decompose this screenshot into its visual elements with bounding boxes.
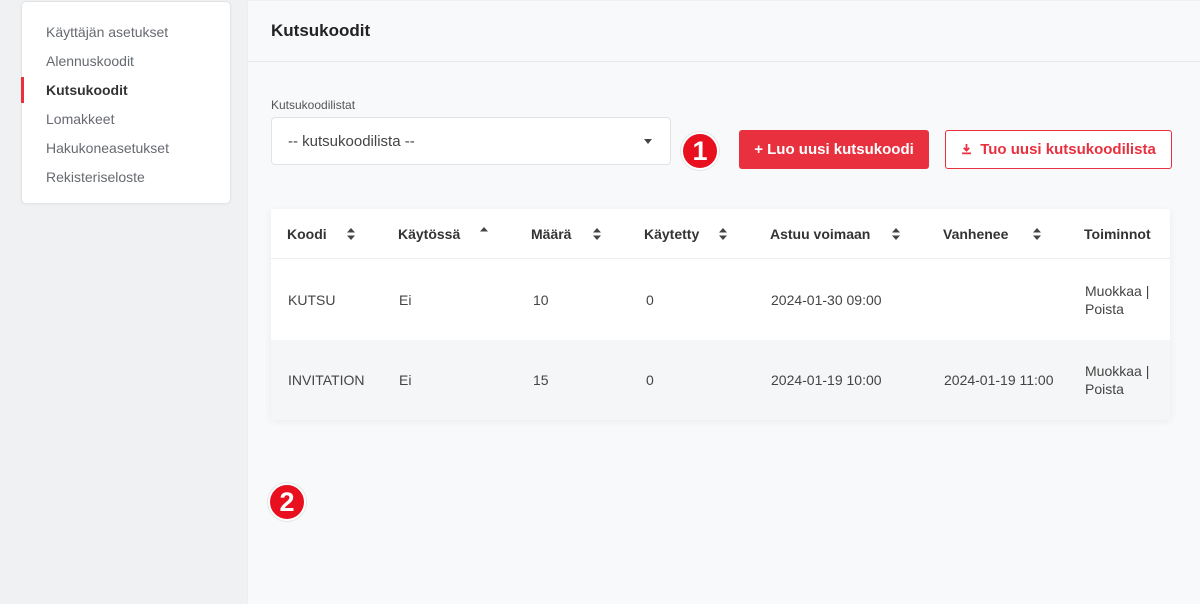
- sidebar-item-invitation-codes[interactable]: Kutsukoodit: [21, 76, 230, 105]
- step-marker-2: 2: [268, 483, 306, 521]
- page-title: Kutsukoodit: [271, 21, 371, 40]
- sidebar-item-discount-codes[interactable]: Alennuskoodit: [22, 47, 230, 76]
- table-row: KUTSU Ei 10 0 2024-01-30 09:00 Muokkaa |…: [271, 260, 1170, 340]
- column-header-start-date[interactable]: Astuu voimaan: [770, 209, 920, 259]
- cell-used: 0: [646, 372, 654, 388]
- main-panel: Kutsukoodit Kutsukoodilistat -- kutsukoo…: [247, 1, 1200, 604]
- cell-start-date: 2024-01-19 10:00: [771, 372, 882, 388]
- cell-active: Ei: [399, 292, 412, 308]
- invitation-codes-table: Koodi Käytössä Määrä Käytetty Astuu voim…: [268, 209, 1170, 521]
- sort-asc-icon: [480, 227, 488, 232]
- column-header-used[interactable]: Käytetty: [644, 209, 744, 259]
- sidebar-item-privacy-policy[interactable]: Rekisteriseloste: [22, 163, 230, 192]
- cell-code: KUTSU: [288, 292, 336, 308]
- delete-link[interactable]: Poista: [1085, 300, 1124, 318]
- sort-both-icon: [1033, 228, 1041, 240]
- column-header-label: Määrä: [531, 226, 572, 242]
- column-header-label: Käytössä: [398, 226, 461, 242]
- cell-start-date: 2024-01-30 09:00: [771, 292, 882, 308]
- column-header-label: Koodi: [287, 226, 327, 242]
- import-button-label: Tuo uusi kutsukoodilista: [980, 141, 1156, 158]
- create-invitation-code-button[interactable]: + Luo uusi kutsukoodi: [739, 130, 929, 169]
- column-header-label: Käytetty: [644, 226, 700, 242]
- table-header: Koodi Käytössä Määrä Käytetty Astuu voim…: [271, 209, 1170, 259]
- sort-both-icon: [719, 228, 727, 240]
- column-header-active[interactable]: Käytössä: [398, 209, 508, 259]
- edit-link[interactable]: Muokkaa |: [1085, 362, 1149, 380]
- cell-used: 0: [646, 292, 654, 308]
- cell-actions: Muokkaa | Poista: [1085, 340, 1149, 420]
- step-marker-1: 1: [681, 132, 719, 170]
- cell-code: INVITATION: [288, 372, 365, 388]
- column-header-actions: Toiminnot: [1084, 209, 1164, 259]
- sidebar-item-forms[interactable]: Lomakkeet: [22, 105, 230, 134]
- sidebar-item-user-settings[interactable]: Käyttäjän asetukset: [22, 18, 230, 47]
- sort-both-icon: [593, 228, 601, 240]
- cell-amount: 10: [533, 292, 549, 308]
- delete-link[interactable]: Poista: [1085, 380, 1124, 398]
- cell-amount: 15: [533, 372, 549, 388]
- cell-expires: 2024-01-19 11:00: [944, 372, 1054, 388]
- column-header-amount[interactable]: Määrä: [531, 209, 621, 259]
- column-header-code[interactable]: Koodi: [287, 209, 377, 259]
- select-value: -- kutsukoodilista --: [288, 132, 415, 150]
- edit-link[interactable]: Muokkaa |: [1085, 282, 1149, 300]
- column-header-label: Toiminnot: [1084, 226, 1151, 242]
- download-icon: [962, 144, 972, 155]
- import-invitation-list-button[interactable]: Tuo uusi kutsukoodilista: [945, 130, 1172, 169]
- sort-both-icon: [892, 228, 900, 240]
- sidebar: Käyttäjän asetukset Alennuskoodit Kutsuk…: [21, 1, 231, 204]
- table-row: INVITATION Ei 15 0 2024-01-19 10:00 2024…: [271, 340, 1170, 420]
- sidebar-item-seo-settings[interactable]: Hakukoneasetukset: [22, 134, 230, 163]
- sort-both-icon: [347, 228, 355, 240]
- cell-active: Ei: [399, 372, 412, 388]
- column-header-expires[interactable]: Vanhenee: [943, 209, 1063, 259]
- column-header-label: Astuu voimaan: [770, 226, 871, 242]
- caret-down-icon: [644, 139, 652, 144]
- invitation-list-select[interactable]: -- kutsukoodilista --: [271, 117, 671, 165]
- cell-actions: Muokkaa | Poista: [1085, 260, 1149, 340]
- list-select-label: Kutsukoodilistat: [271, 98, 356, 112]
- page-header: Kutsukoodit: [248, 1, 1200, 62]
- column-header-label: Vanhenee: [943, 226, 1009, 242]
